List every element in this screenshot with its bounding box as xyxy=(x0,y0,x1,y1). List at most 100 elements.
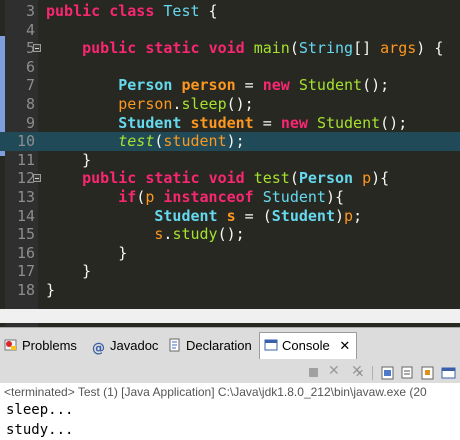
code-line[interactable]: 13 if(p instanceof Student){ xyxy=(0,188,460,207)
tab-label: Declaration xyxy=(186,338,252,353)
code-token: } xyxy=(46,262,92,281)
console-toolbar: ✕ ✕ ✕ xyxy=(0,363,460,383)
console-line: sleep... xyxy=(6,402,74,418)
code-line[interactable]: 16 } xyxy=(0,244,460,263)
code-text: } xyxy=(46,262,91,281)
code-token: static xyxy=(145,39,209,58)
line-number: 17 xyxy=(16,262,35,281)
fold-collapse-icon[interactable] xyxy=(33,174,41,183)
line-number: 9 xyxy=(25,113,35,132)
code-token: person xyxy=(181,76,236,95)
tab-label: Javadoc xyxy=(110,338,159,353)
close-icon[interactable]: ✕ xyxy=(339,339,350,354)
code-text: public static void main(String[] args) { xyxy=(46,39,443,58)
editor-horizontal-scrollbar[interactable] xyxy=(0,309,460,323)
code-text: public static void test(Person p){ xyxy=(46,169,389,188)
code-text: public class Test { xyxy=(46,2,218,21)
code-text: s.study(); xyxy=(46,225,245,244)
code-token: p xyxy=(145,187,164,206)
code-token: String xyxy=(298,39,354,58)
tab-label: Console xyxy=(282,338,330,353)
code-token: ; xyxy=(353,206,363,225)
code-token: Person xyxy=(118,76,182,95)
code-token: (); xyxy=(362,76,390,95)
code-line[interactable]: 8 person.sleep(); xyxy=(0,95,460,114)
code-text: } xyxy=(46,281,55,300)
code-token: (); xyxy=(380,113,408,132)
tab-problems[interactable]: Problems xyxy=(4,333,77,359)
code-line[interactable]: 4 xyxy=(0,21,460,40)
code-line[interactable]: 11 } xyxy=(0,151,460,170)
bottom-panel-tabs: Problems @ Javadoc Declaration Console ✕ xyxy=(0,327,460,364)
code-line[interactable]: 15 s.study(); xyxy=(0,225,460,244)
fold-collapse-icon[interactable] xyxy=(33,44,41,53)
tab-javadoc[interactable]: @ Javadoc xyxy=(92,333,158,359)
code-token: student xyxy=(163,132,227,151)
tab-console[interactable]: Console ✕ xyxy=(259,332,358,359)
code-line[interactable]: 17 } xyxy=(0,262,460,281)
javadoc-icon: @ xyxy=(92,341,105,356)
code-token: new xyxy=(280,113,317,132)
display-console-icon[interactable] xyxy=(441,365,457,381)
line-number: 6 xyxy=(25,57,35,76)
line-number: 13 xyxy=(16,187,35,206)
code-token: p xyxy=(344,206,354,225)
code-line[interactable]: 12 public static void test(Person p){ xyxy=(0,169,460,188)
pin-icon[interactable] xyxy=(420,365,436,381)
code-token: Student xyxy=(271,206,335,225)
toolbar-separator xyxy=(372,366,373,380)
line-number: 7 xyxy=(25,76,35,95)
code-line[interactable]: 7 Person person = new Student(); xyxy=(0,76,460,95)
line-number: 18 xyxy=(16,280,35,299)
line-number: 5 xyxy=(25,39,35,58)
copy-icon[interactable] xyxy=(400,365,416,381)
code-token: { xyxy=(199,2,218,20)
code-text: Student s = (Student)p; xyxy=(46,207,362,226)
code-token: Student xyxy=(262,187,326,206)
code-token: instanceof xyxy=(163,187,263,206)
code-token: = xyxy=(235,76,263,95)
code-token: p xyxy=(362,169,372,188)
code-line[interactable]: 10 test(student); xyxy=(0,132,460,151)
code-token: Student xyxy=(316,113,381,132)
code-line[interactable]: 9 Student student = new Student(); xyxy=(0,114,460,133)
code-token: new xyxy=(262,76,299,95)
line-number: 4 xyxy=(25,20,35,39)
code-token: void xyxy=(208,169,254,188)
code-token: study xyxy=(172,225,218,244)
code-line[interactable]: 18} xyxy=(0,281,460,300)
remove-all-icon[interactable]: ✕ ✕ xyxy=(350,363,366,381)
code-token: } xyxy=(46,243,128,262)
code-token: if xyxy=(118,187,137,206)
console-line: study... xyxy=(6,422,74,438)
code-token: Student xyxy=(154,206,227,225)
code-line[interactable]: 3 public class Test { xyxy=(0,2,460,21)
code-token: person xyxy=(118,94,173,113)
line-number: 12 xyxy=(16,169,35,188)
code-token: (); xyxy=(217,225,245,244)
code-line[interactable]: 5 public static void main(String[] args)… xyxy=(0,39,460,58)
code-lines[interactable]: 3 public class Test { 4 5 public static voi… xyxy=(0,2,460,300)
remove-launch-icon[interactable]: ✕ xyxy=(327,363,343,381)
code-token: public xyxy=(82,169,146,188)
scroll-lock-icon[interactable] xyxy=(380,365,396,381)
code-editor[interactable]: 3 public class Test { 4 5 public static voi… xyxy=(0,0,460,327)
code-line[interactable]: 14 Student s = (Student)p; xyxy=(0,207,460,226)
line-number: 3 xyxy=(25,2,35,20)
code-text: Person person = new Student(); xyxy=(46,76,389,95)
code-token: ( xyxy=(136,187,146,206)
code-token: main xyxy=(253,39,290,58)
tab-declaration[interactable]: Declaration xyxy=(168,333,252,359)
code-line[interactable]: 6 xyxy=(0,58,460,77)
code-token: Student xyxy=(118,113,191,132)
terminate-icon[interactable] xyxy=(306,365,322,381)
declaration-icon xyxy=(169,338,180,352)
code-token: Person xyxy=(298,169,363,188)
console-output[interactable]: <terminated> Test (1) [Java Application]… xyxy=(0,383,460,440)
terminated-status: <terminated> Test (1) [Java Application]… xyxy=(4,385,427,399)
